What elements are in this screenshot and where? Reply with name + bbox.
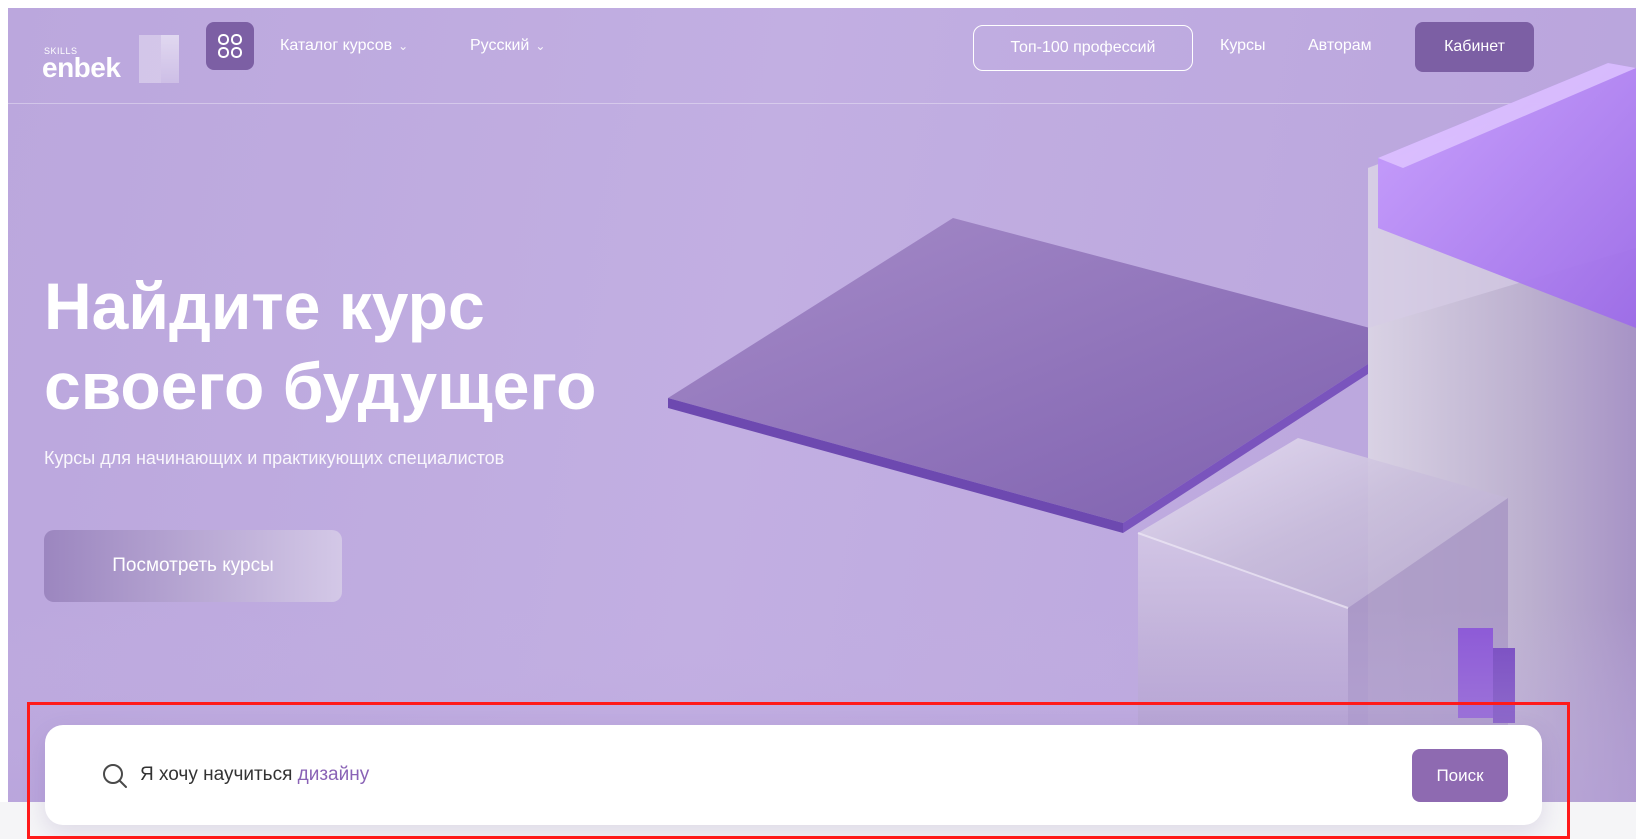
search-input[interactable]: Я хочу научиться дизайну — [140, 764, 369, 786]
search-highlight-word: дизайну — [297, 764, 370, 785]
hero-title-line-2: своего будущего — [44, 349, 597, 423]
search-button[interactable]: Поиск — [1412, 749, 1508, 802]
hero-section: SKILLS enbek Каталог курсов ⌄ Русский ⌄ … — [8, 8, 1636, 802]
hero-title-line-1: Найдите курс — [44, 269, 485, 343]
hero-subtitle: Курсы для начинающих и практикующих спец… — [44, 448, 505, 468]
hero-title: Найдите курс своего будущего — [44, 266, 596, 426]
search-prefix: Я хочу научиться — [140, 764, 298, 785]
view-courses-button[interactable]: Посмотреть курсы — [44, 530, 342, 602]
search-bar[interactable]: Я хочу научиться дизайну Поиск — [45, 725, 1542, 825]
search-icon — [103, 764, 127, 788]
